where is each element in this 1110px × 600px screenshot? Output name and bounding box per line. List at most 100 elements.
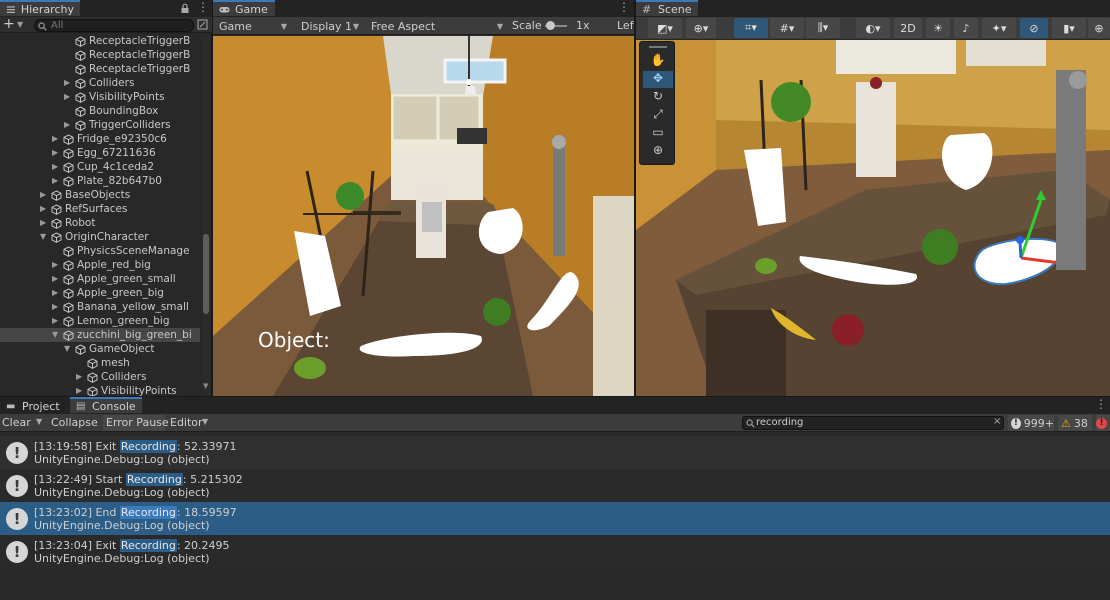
hierarchy-item[interactable]: ▶ Lemon_green_big <box>0 314 200 328</box>
rect-tool-icon[interactable]: ▭ <box>643 125 673 142</box>
game-mode-dropdown[interactable]: Game ▼ <box>215 18 291 34</box>
scrollbar-thumb[interactable] <box>203 234 209 314</box>
audio-button[interactable]: ♪ <box>954 18 978 38</box>
hierarchy-item[interactable]: BoundingBox <box>0 104 200 118</box>
hierarchy-item[interactable]: PhysicsSceneManage <box>0 244 200 258</box>
log-entry[interactable]: ! [13:22:49] Start Recording: 5.215302 Uni… <box>0 469 1110 502</box>
error-count-toggle[interactable]: ! <box>1096 415 1110 431</box>
collapsed-arrow-icon[interactable]: ▶ <box>76 387 84 395</box>
collapsed-arrow-icon[interactable]: ▶ <box>52 317 60 325</box>
hand-tool-icon[interactable]: ✋ <box>643 53 673 70</box>
hierarchy-item[interactable]: ▶ VisibilityPoints <box>0 384 200 396</box>
effects-button[interactable]: ✦▾ <box>982 18 1016 38</box>
2d-toggle-button[interactable]: 2D <box>894 18 922 38</box>
hierarchy-item[interactable]: ▶ RefSurfaces <box>0 202 200 216</box>
hierarchy-item[interactable]: ▼ OriginCharacter <box>0 230 200 244</box>
clear-button[interactable]: Clear <box>2 416 31 429</box>
display-dropdown[interactable]: Display 1 ▼ <box>297 18 363 34</box>
grid-snap-button[interactable]: #▾ <box>770 18 804 38</box>
log-entry[interactable]: ! [13:19:58] Exit Recording: 52.33971 Unit… <box>0 436 1110 469</box>
global-button[interactable]: ⊕▾ <box>686 18 716 38</box>
more-menu-icon[interactable]: ⋮ <box>197 0 209 14</box>
increment-button[interactable]: ⫼▾ <box>806 18 840 38</box>
rotate-tool-icon[interactable]: ↻ <box>643 89 673 106</box>
collapsed-arrow-icon[interactable]: ▶ <box>52 261 60 269</box>
snap-button[interactable]: ⌗▾ <box>734 18 768 38</box>
warning-count-toggle[interactable]: ⚠ 38 <box>1058 415 1092 431</box>
collapsed-arrow-icon[interactable]: ▶ <box>76 373 84 381</box>
tab-hierarchy[interactable]: Hierarchy <box>0 0 80 16</box>
clear-search-icon[interactable]: × <box>993 416 1001 427</box>
hierarchy-item[interactable]: ▼ GameObject <box>0 342 200 356</box>
aspect-dropdown[interactable]: Free Aspect ▼ <box>367 18 507 34</box>
scale-slider-handle[interactable] <box>546 21 555 30</box>
hierarchy-item[interactable]: mesh <box>0 356 200 370</box>
hierarchy-item[interactable]: ▶ Robot <box>0 216 200 230</box>
hierarchy-item[interactable]: ▶ Plate_82b647b0 <box>0 174 200 188</box>
expanded-arrow-icon[interactable]: ▼ <box>64 345 72 353</box>
more-menu-icon[interactable]: ⋮ <box>1095 397 1107 411</box>
hierarchy-item[interactable]: ReceptacleTriggerB <box>0 34 200 48</box>
collapsed-arrow-icon[interactable]: ▶ <box>52 275 60 283</box>
hierarchy-item[interactable]: ▶ TriggerColliders <box>0 118 200 132</box>
collapsed-arrow-icon[interactable]: ▶ <box>52 303 60 311</box>
more-menu-icon[interactable]: ⋮ <box>618 0 630 14</box>
log-entry[interactable]: ! [13:23:02] End Recording: 18.59597 Unity… <box>0 502 1110 535</box>
collapsed-arrow-icon[interactable]: ▶ <box>64 121 72 129</box>
collapsed-arrow-icon[interactable]: ▶ <box>64 93 72 101</box>
hierarchy-item[interactable]: ▶ Colliders <box>0 370 200 384</box>
expanded-arrow-icon[interactable]: ▼ <box>52 331 60 339</box>
add-icon[interactable]: + <box>3 16 15 32</box>
hierarchy-item[interactable]: ReceptacleTriggerB <box>0 48 200 62</box>
collapsed-arrow-icon[interactable]: ▶ <box>52 177 60 185</box>
collapsed-arrow-icon[interactable]: ▶ <box>52 149 60 157</box>
hierarchy-item[interactable]: ▶ Apple_green_small <box>0 272 200 286</box>
collapsed-arrow-icon[interactable]: ▶ <box>52 135 60 143</box>
hierarchy-item[interactable]: ▶ Colliders <box>0 76 200 90</box>
info-count-toggle[interactable]: ! 999+ <box>1008 415 1054 431</box>
move-tool-icon[interactable]: ✥ <box>643 71 673 88</box>
scroll-down-icon[interactable]: ▼ <box>203 382 208 390</box>
hierarchy-item[interactable]: ▶ Banana_yellow_small <box>0 300 200 314</box>
log-entry[interactable]: ! [13:23:04] Exit Recording: 20.2495 Unity… <box>0 535 1110 568</box>
hierarchy-search-input[interactable]: All <box>34 19 194 32</box>
shading-button[interactable]: ◐▾ <box>856 18 890 38</box>
hierarchy-scrollbar[interactable]: ▼ <box>202 36 210 394</box>
collapsed-arrow-icon[interactable]: ▶ <box>64 79 72 87</box>
visibility-button[interactable]: ⊘ <box>1020 18 1048 38</box>
collapsed-arrow-icon[interactable]: ▶ <box>52 163 60 171</box>
hierarchy-item[interactable]: ▶ VisibilityPoints <box>0 90 200 104</box>
drag-handle[interactable] <box>649 46 667 48</box>
console-search-input[interactable]: recording × <box>742 416 1004 430</box>
tab-console[interactable]: ▤ Console <box>70 397 142 413</box>
draw-mode-button[interactable]: ◩▾ <box>648 18 682 38</box>
collapsed-arrow-icon[interactable]: ▶ <box>40 205 48 213</box>
hierarchy-item[interactable]: ▶ Fridge_e92350c6 <box>0 132 200 146</box>
add-dropdown-icon[interactable]: ▼ <box>17 20 23 29</box>
expanded-arrow-icon[interactable]: ▼ <box>40 233 48 241</box>
editor-dropdown[interactable]: Editor <box>170 416 203 429</box>
hierarchy-item[interactable]: ▶ Apple_red_big <box>0 258 200 272</box>
hierarchy-item[interactable]: ▶ Cup_4c1ceda2 <box>0 160 200 174</box>
scale-tool-icon[interactable]: ⤢ <box>643 107 673 124</box>
collapsed-arrow-icon[interactable]: ▶ <box>40 191 48 199</box>
transform-tool-icon[interactable]: ⊕ <box>643 143 673 160</box>
scene-visibility-icon[interactable] <box>197 19 208 30</box>
hierarchy-item[interactable]: ▶ BaseObjects <box>0 188 200 202</box>
hierarchy-item[interactable]: ▶ Egg_67211636 <box>0 146 200 160</box>
scene-viewport[interactable] <box>636 40 1110 396</box>
hierarchy-item[interactable]: ▶ Apple_green_big <box>0 286 200 300</box>
lighting-button[interactable]: ☀ <box>926 18 950 38</box>
collapsed-arrow-icon[interactable]: ▶ <box>40 219 48 227</box>
collapse-button[interactable]: Collapse <box>51 416 98 429</box>
gizmos-button[interactable]: ⊕ <box>1088 18 1110 38</box>
tab-scene[interactable]: # Scene <box>636 0 698 16</box>
hierarchy-item[interactable]: ▼ zucchini_big_green_bi <box>0 328 200 342</box>
hierarchy-item[interactable]: ReceptacleTriggerB <box>0 62 200 76</box>
camera-button[interactable]: ▮▾ <box>1052 18 1086 38</box>
lock-icon[interactable] <box>180 3 190 14</box>
clear-dropdown-icon[interactable]: ▼ <box>36 417 42 426</box>
tab-project[interactable]: ▬ Project <box>0 397 68 413</box>
tab-game[interactable]: Game <box>213 0 275 16</box>
collapsed-arrow-icon[interactable]: ▶ <box>52 289 60 297</box>
